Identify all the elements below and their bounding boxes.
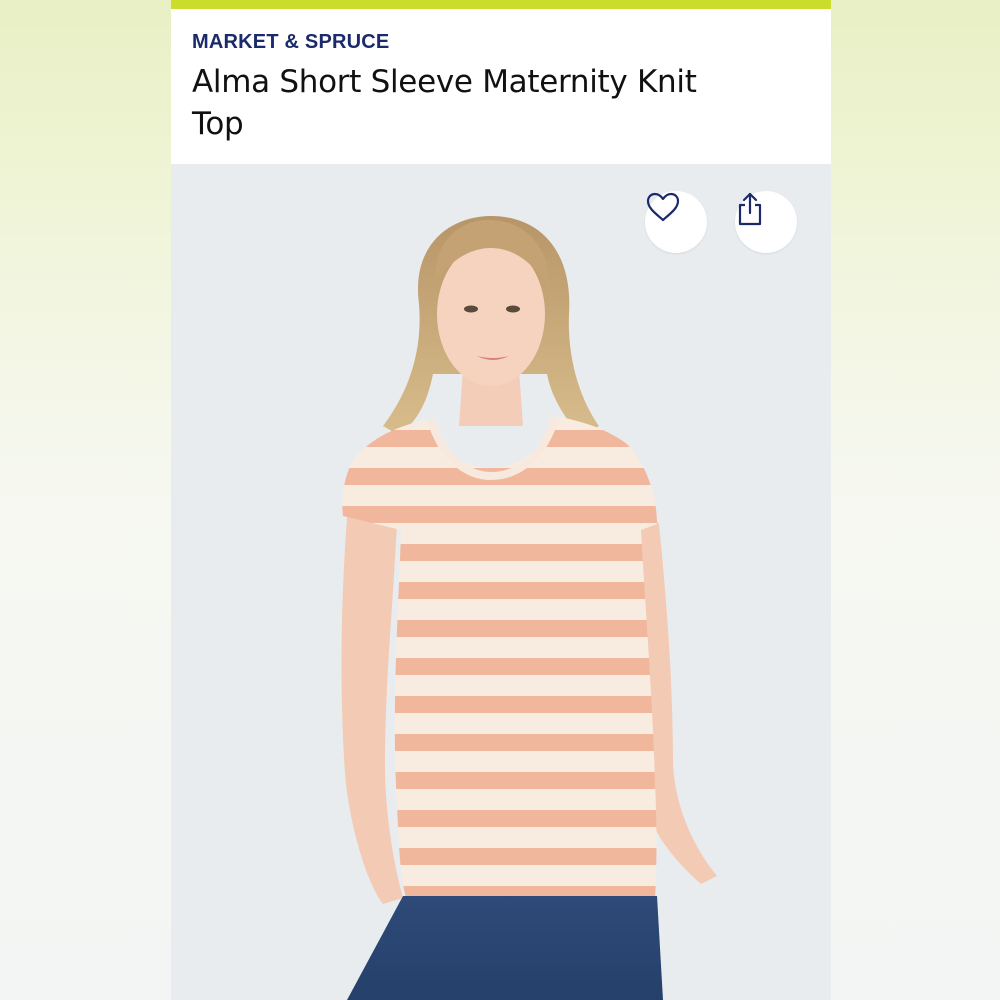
- heart-outline-icon: [646, 192, 680, 222]
- product-title: Alma Short Sleeve Maternity Knit Top: [192, 64, 697, 142]
- accent-bar: [171, 0, 831, 9]
- product-header: MARKET & SPRUCE Alma Short Sleeve Matern…: [171, 9, 831, 164]
- left-background: [0, 0, 171, 1000]
- product-image[interactable]: [171, 164, 831, 1000]
- share-upload-icon: [738, 192, 762, 226]
- favorite-button[interactable]: [645, 191, 707, 253]
- model-wearing-striped-top-icon: [341, 216, 717, 1000]
- brand-name[interactable]: MARKET & SPRUCE: [192, 29, 831, 55]
- share-button[interactable]: [735, 191, 797, 253]
- right-background: [829, 0, 1000, 1000]
- product-card: MARKET & SPRUCE Alma Short Sleeve Matern…: [171, 0, 831, 1000]
